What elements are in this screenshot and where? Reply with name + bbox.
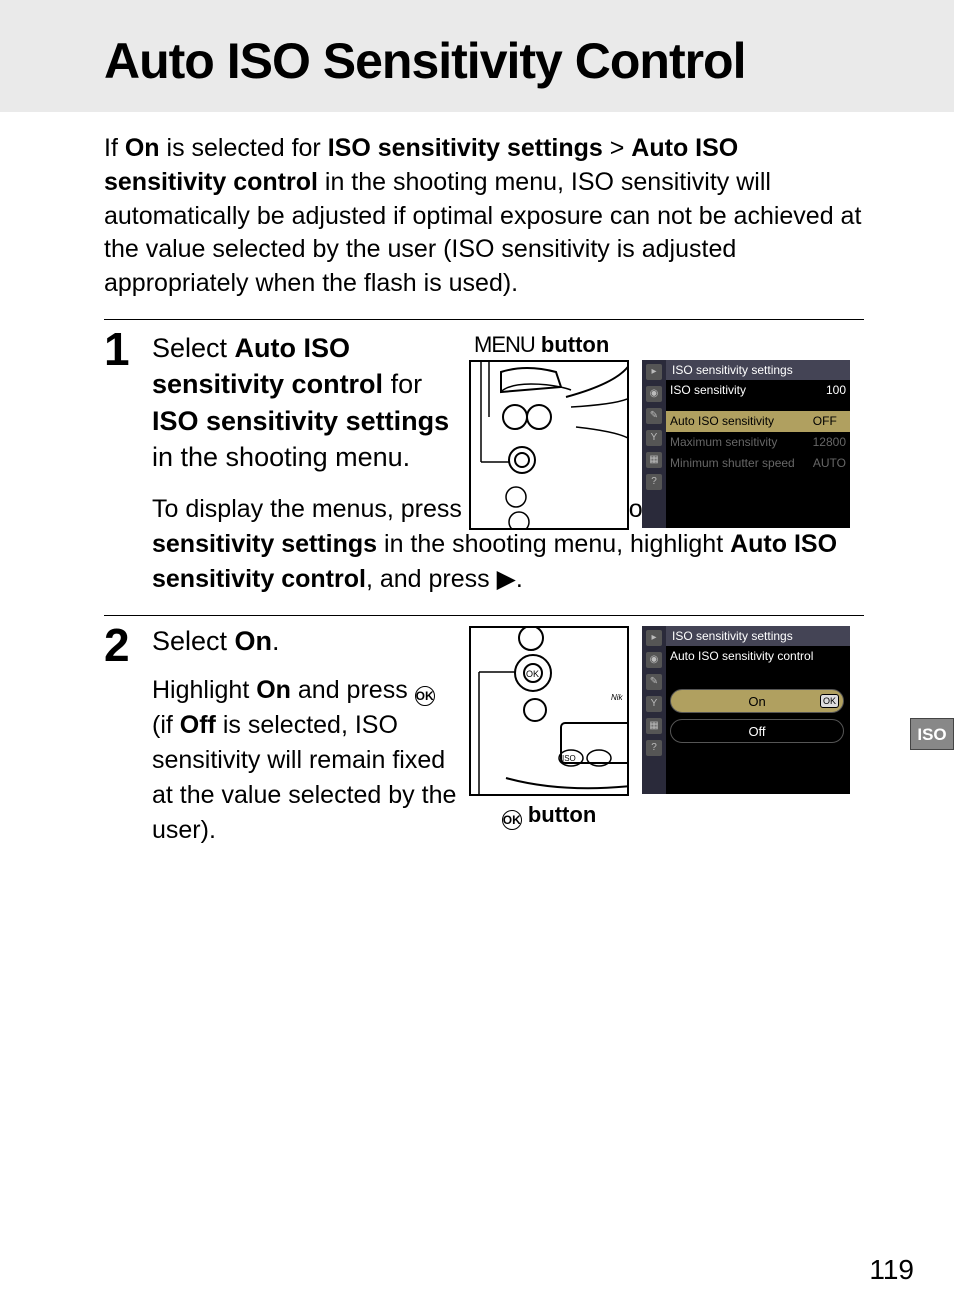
- play-tab-icon: ▸: [646, 630, 662, 646]
- step2-paragraph: Highlight On and press OK (if Off is sel…: [152, 673, 457, 848]
- ok-button-icon: OK: [502, 810, 522, 830]
- menu-label: ISO sensitivity: [670, 380, 746, 401]
- camera-diagram-2: OK ISO Nik OK button: [469, 626, 629, 830]
- menu-label: Maximum sensitivity: [670, 432, 777, 453]
- text: , and press: [366, 565, 497, 593]
- menu-row-iso-sensitivity: ISO sensitivity 100: [666, 380, 850, 401]
- text: in the shooting menu, highlight: [377, 530, 730, 558]
- step-number: 1: [104, 322, 144, 376]
- text-bold: On: [235, 626, 273, 656]
- text: >: [603, 134, 632, 162]
- camera-tab-icon: ◉: [646, 386, 662, 402]
- text-bold: On: [256, 676, 291, 704]
- text-bold: ISO sensitivity settings: [328, 134, 603, 162]
- help-tab-icon: ?: [646, 474, 662, 490]
- title-band: Auto ISO Sensitivity Control: [0, 0, 954, 112]
- text: To display the menus, press the: [152, 495, 511, 523]
- text-bold: Off: [180, 711, 216, 739]
- menu-subtitle: Auto ISO sensitivity control: [666, 646, 850, 667]
- text-bold: button: [522, 802, 597, 827]
- menu-value: 100: [826, 380, 846, 401]
- wrench-tab-icon: Y: [646, 696, 662, 712]
- camera-illustration: OK ISO Nik: [471, 628, 629, 796]
- text: for: [383, 369, 422, 399]
- page-number: 119: [869, 1254, 914, 1286]
- svg-text:OK: OK: [526, 669, 539, 679]
- menu-row-max-sensitivity: Maximum sensitivity 12800: [666, 432, 850, 453]
- menu-value: AUTO: [813, 453, 846, 474]
- text: .: [516, 565, 523, 593]
- menu-value: 12800: [813, 432, 846, 453]
- text-bold: On: [125, 134, 160, 162]
- text: (if: [152, 711, 180, 739]
- step2-heading: Select On.: [152, 626, 457, 657]
- menu-label: Off: [748, 724, 765, 739]
- text: Select: [152, 333, 235, 363]
- text: Highlight: [152, 676, 256, 704]
- menu-option-on-selected: On OK: [670, 689, 844, 713]
- ok-button-caption: OK button: [469, 800, 629, 830]
- help-tab-icon: ?: [646, 740, 662, 756]
- step-2: 2 Select On. Highlight On and press OK (…: [104, 615, 864, 866]
- camera-diagram-1: [469, 360, 629, 530]
- menu-screenshot-2: ▸ ◉ ✎ Y ▦ ? ISO sensitivity settings Aut…: [642, 626, 850, 794]
- camera-illustration: [471, 362, 629, 530]
- menu-button-caption: MENU button: [474, 332, 609, 358]
- pencil-tab-icon: ✎: [646, 674, 662, 690]
- step-number: 2: [104, 618, 144, 672]
- menu-row-min-shutter: Minimum shutter speed AUTO: [666, 453, 850, 474]
- menu-option-off: Off: [670, 719, 844, 743]
- text: is selected for: [160, 134, 328, 162]
- text: Select: [152, 626, 235, 656]
- retouch-tab-icon: ▦: [646, 452, 662, 468]
- camera-tab-icon: ◉: [646, 652, 662, 668]
- text: MENU: [474, 332, 535, 357]
- menu-title: ISO sensitivity settings: [666, 360, 850, 380]
- menu-screenshot-1: ▸ ◉ ✎ Y ▦ ? ISO sensitivity settings ISO…: [642, 360, 850, 528]
- svg-text:Nik: Nik: [611, 693, 624, 702]
- menu-title: ISO sensitivity settings: [666, 626, 850, 646]
- text: in the shooting menu.: [152, 442, 410, 472]
- intro-paragraph: If On is selected for ISO sensitivity se…: [0, 112, 954, 319]
- menu-row-auto-iso-highlighted: Auto ISO sensitivity control OFF ▸: [666, 411, 850, 432]
- menu-value: OFF ▸: [813, 411, 846, 432]
- play-tab-icon: ▸: [646, 364, 662, 380]
- step-1: 1 Select Auto ISO sensitivity control fo…: [104, 319, 864, 615]
- text: .: [272, 626, 280, 656]
- wrench-tab-icon: Y: [646, 430, 662, 446]
- menu-tab-sidebar: ▸ ◉ ✎ Y ▦ ?: [642, 360, 666, 528]
- menu-label: Minimum shutter speed: [670, 453, 795, 474]
- menu-label: Auto ISO sensitivity control: [670, 411, 813, 432]
- step1-heading: Select Auto ISO sensitivity control for …: [152, 330, 462, 476]
- menu-tab-sidebar: ▸ ◉ ✎ Y ▦ ?: [642, 626, 666, 794]
- pencil-tab-icon: ✎: [646, 408, 662, 424]
- ok-badge-icon: OK: [820, 694, 839, 708]
- text-bold: ISO sensitivity settings: [152, 406, 449, 436]
- right-arrow-icon: ▶: [497, 562, 516, 597]
- retouch-tab-icon: ▦: [646, 718, 662, 734]
- menu-label: On: [748, 694, 765, 709]
- text: and press: [291, 676, 415, 704]
- ok-button-icon: OK: [415, 686, 435, 706]
- side-tab-iso: ISO: [910, 718, 954, 750]
- menu-label: Auto ISO sensitivity control: [670, 646, 813, 667]
- svg-text:ISO: ISO: [562, 754, 576, 763]
- text: If: [104, 134, 125, 162]
- page-title: Auto ISO Sensitivity Control: [104, 32, 954, 90]
